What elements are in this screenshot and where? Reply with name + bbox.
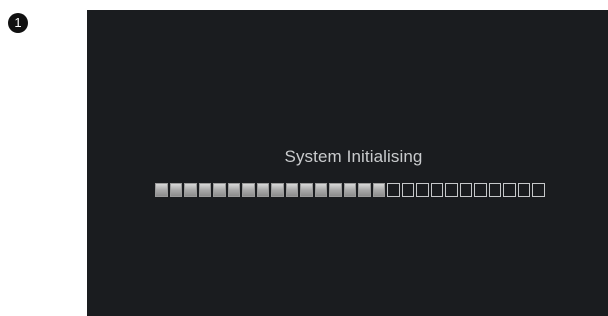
- page: 1 System Initialising: [0, 0, 608, 316]
- progress-segment-filled: [343, 183, 356, 197]
- progress-segment-filled: [314, 183, 327, 197]
- progress-segment-filled: [198, 183, 211, 197]
- step-number-badge: 1: [8, 13, 28, 33]
- progress-segment-filled: [242, 183, 255, 197]
- progress-segment-empty: [387, 183, 400, 197]
- progress-segment-empty: [416, 183, 429, 197]
- progress-segment-filled: [256, 183, 269, 197]
- progress-segment-filled: [271, 183, 284, 197]
- progress-segment-empty: [503, 183, 516, 197]
- progress-segment-filled: [372, 183, 385, 197]
- boot-screen: System Initialising: [87, 10, 608, 316]
- progress-bar: [155, 183, 545, 197]
- progress-segment-filled: [155, 183, 168, 197]
- progress-segment-filled: [184, 183, 197, 197]
- progress-segment-filled: [169, 183, 182, 197]
- progress-segment-empty: [459, 183, 472, 197]
- progress-segment-empty: [488, 183, 501, 197]
- progress-segment-empty: [517, 183, 530, 197]
- progress-segment-empty: [401, 183, 414, 197]
- progress-segment-empty: [445, 183, 458, 197]
- progress-segment-filled: [227, 183, 240, 197]
- progress-segment-filled: [285, 183, 298, 197]
- progress-segment-filled: [358, 183, 371, 197]
- progress-segment-filled: [213, 183, 226, 197]
- progress-segment-filled: [300, 183, 313, 197]
- progress-segment-empty: [430, 183, 443, 197]
- progress-segment-empty: [474, 183, 487, 197]
- status-text: System Initialising: [284, 147, 423, 166]
- progress-segment-filled: [329, 183, 342, 197]
- progress-segment-empty: [532, 183, 545, 197]
